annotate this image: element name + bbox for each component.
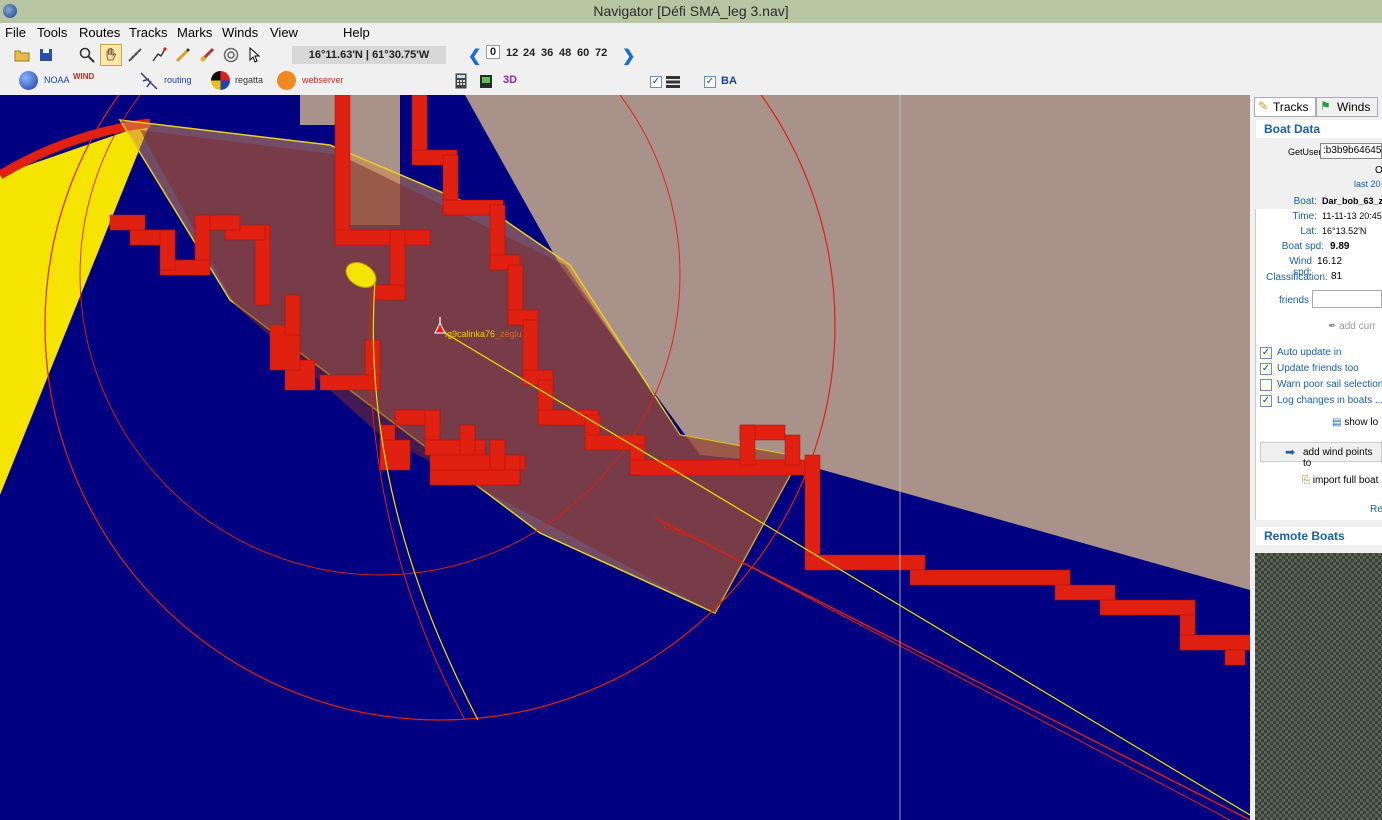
- boat-label: Boat:: [1293, 196, 1317, 207]
- friends-input[interactable]: [1312, 290, 1382, 308]
- auto-update-label: Auto update in: [1277, 347, 1342, 358]
- own-boat-label: ig9calinka76_zeglu: [445, 329, 522, 339]
- import-full-boat-button[interactable]: ⎘ import full boat: [1302, 475, 1378, 486]
- ba-checkbox[interactable]: ✓: [704, 76, 716, 88]
- time-forward-arrow-icon[interactable]: ❯: [622, 46, 635, 66]
- menu-winds[interactable]: Winds: [222, 25, 258, 40]
- cursor-coordinates: 16°11.63'N | 61°30.75'W: [292, 46, 446, 64]
- route-draw-icon[interactable]: [149, 45, 169, 65]
- update-friends-label: Update friends too: [1277, 363, 1359, 374]
- last-fragment: last 20: [1354, 179, 1381, 189]
- main-toolbar: 16°11.63'N | 61°30.75'W ❮ 0 12 24 36 48 …: [0, 42, 1382, 68]
- getuser-value: :b3b9b64645: [1323, 145, 1382, 156]
- tab-winds[interactable]: ⚑ Winds: [1316, 97, 1378, 117]
- menu-marks[interactable]: Marks: [177, 25, 212, 40]
- classification-label: Classification:: [1266, 272, 1328, 283]
- time-value: 11-11-13 20:45:0: [1322, 211, 1382, 221]
- pan-hand-icon[interactable]: [100, 44, 122, 66]
- remote-boats-list[interactable]: [1255, 553, 1382, 820]
- layers-stack-icon[interactable]: [663, 72, 683, 92]
- import-icon: ⎘: [1302, 475, 1310, 486]
- hour-48[interactable]: 48: [559, 47, 571, 59]
- menu-tools[interactable]: Tools: [37, 25, 67, 40]
- add-wind-points-button[interactable]: ➡ add wind points to: [1260, 442, 1382, 469]
- calculator-icon[interactable]: [451, 71, 471, 91]
- window-title: Navigator [Défi SMA_leg 3.nav]: [593, 3, 789, 19]
- chart-map[interactable]: ig9calinka76_zeglu Dorsz: [0, 95, 1250, 820]
- ok-fragment: O: [1375, 165, 1382, 176]
- hour-36[interactable]: 36: [541, 47, 553, 59]
- regatta-icon[interactable]: [211, 71, 230, 90]
- data-toolbar: NOAA WIND routing regatta webserver 3D ✓…: [0, 68, 1382, 96]
- lat-label: Lat:: [1300, 226, 1317, 237]
- webserver-button[interactable]: webserver: [302, 75, 344, 85]
- remote-boats-title: Remote Boats: [1256, 527, 1382, 545]
- friends-label: friends: [1278, 295, 1309, 306]
- wind-button[interactable]: WIND: [73, 72, 94, 81]
- show-log-label: show lo: [1344, 417, 1379, 428]
- target-circle-icon[interactable]: [221, 45, 241, 65]
- menu-routes[interactable]: Routes: [79, 25, 120, 40]
- getuser-label: GetUser: [1288, 147, 1322, 157]
- tab-tracks-label: Tracks: [1273, 100, 1309, 114]
- 3d-view-button[interactable]: 3D: [503, 74, 517, 86]
- menu-view[interactable]: View: [270, 25, 298, 40]
- routing-button[interactable]: routing: [164, 75, 192, 85]
- classification-value: 81: [1331, 271, 1343, 282]
- add-wind-points-label: add wind points to: [1303, 447, 1373, 469]
- hour-72[interactable]: 72: [595, 47, 607, 59]
- title-bar: Navigator [Défi SMA_leg 3.nav]: [0, 0, 1382, 23]
- time-back-arrow-icon[interactable]: ❮: [468, 46, 481, 66]
- add-current-button[interactable]: ✒ add curr: [1328, 321, 1376, 332]
- getuser-input[interactable]: :b3b9b64645: [1320, 143, 1382, 159]
- warn-sail-label: Warn poor sail selection: [1277, 379, 1382, 390]
- save-disk-icon[interactable]: [36, 45, 56, 65]
- add-current-label: add curr: [1339, 321, 1376, 332]
- menu-help[interactable]: Help: [343, 25, 370, 40]
- open-folder-icon[interactable]: [12, 45, 32, 65]
- feather-icon: ✒: [1328, 321, 1337, 332]
- gps-device-icon[interactable]: [476, 71, 496, 91]
- webserver-icon[interactable]: [277, 71, 296, 90]
- menu-file[interactable]: File: [5, 25, 26, 40]
- hour-12[interactable]: 12: [506, 47, 518, 59]
- pen-tool-icon[interactable]: [173, 45, 193, 65]
- layers-checkbox[interactable]: ✓: [650, 76, 662, 88]
- boat-data-title: Boat Data: [1256, 120, 1382, 138]
- import-full-label: import full boat: [1312, 475, 1379, 486]
- ba-label: BA: [721, 75, 737, 87]
- show-log-button[interactable]: ▤ show lo: [1332, 417, 1378, 428]
- tracks-pencil-icon: ✎: [1258, 99, 1269, 113]
- document-icon: ▤: [1332, 417, 1342, 428]
- lat-value: 16°13.52'N: [1322, 226, 1367, 236]
- boat-speed-label: Boat spd:: [1281, 241, 1324, 252]
- menu-bar: File Tools Routes Tracks Marks Winds Vie…: [0, 23, 1382, 42]
- select-pointer-icon[interactable]: [245, 45, 265, 65]
- re-fragment[interactable]: Re: [1370, 504, 1382, 515]
- side-panel: ✎ Tracks ⚑ Winds Boat Data GetUser :b3b9…: [1250, 95, 1382, 820]
- time-label: Time:: [1292, 211, 1317, 222]
- boat-value: Dar_bob_63_zeg: [1322, 196, 1382, 206]
- regatta-button[interactable]: regatta: [235, 75, 263, 85]
- boat-speed-value: 9.89: [1330, 241, 1350, 252]
- hour-60[interactable]: 60: [577, 47, 589, 59]
- winds-flag-icon: ⚑: [1320, 99, 1331, 113]
- noaa-button[interactable]: NOAA: [44, 75, 70, 85]
- tab-winds-label: Winds: [1337, 100, 1371, 114]
- hour-24[interactable]: 24: [523, 47, 535, 59]
- measure-ruler-icon[interactable]: [125, 45, 145, 65]
- zoom-magnifier-icon[interactable]: [77, 45, 97, 65]
- hour-0[interactable]: 0: [486, 45, 501, 59]
- tab-tracks[interactable]: ✎ Tracks: [1254, 97, 1316, 117]
- land-patch-small: [300, 95, 335, 125]
- wind-speed-value: 16.12: [1317, 256, 1343, 267]
- arrow-right-icon: ➡: [1285, 445, 1296, 459]
- menu-tracks[interactable]: Tracks: [129, 25, 168, 40]
- noaa-globe-icon[interactable]: [19, 71, 38, 90]
- log-changes-label: Log changes in boats ...: [1277, 395, 1382, 406]
- routing-branch-icon[interactable]: [139, 71, 158, 90]
- brush-tool-icon[interactable]: [197, 45, 217, 65]
